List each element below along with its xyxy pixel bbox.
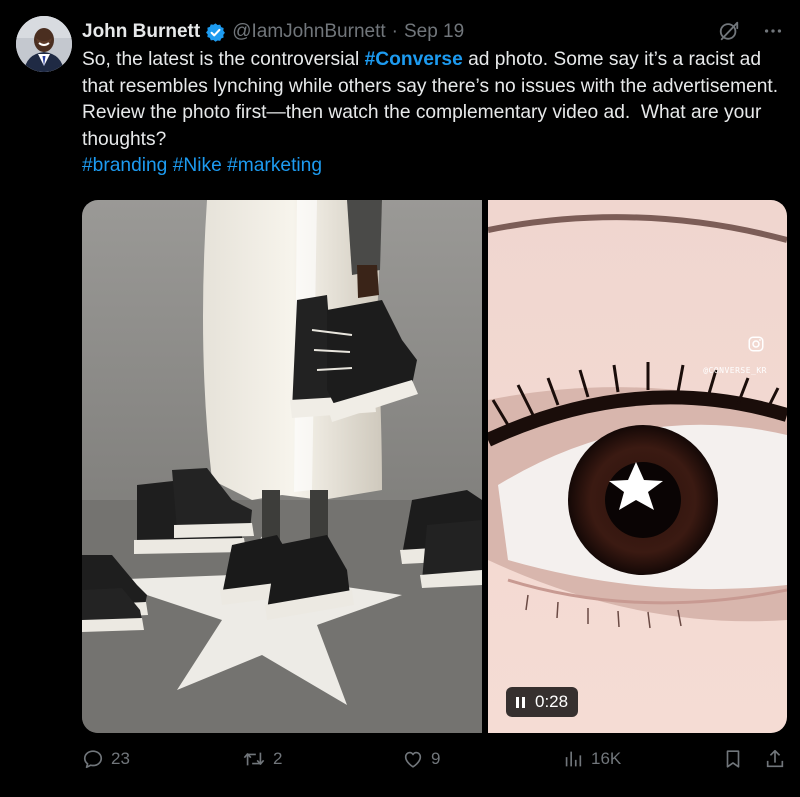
- media-grid: @CONVERSE_KR 0:28: [82, 200, 787, 733]
- author-name[interactable]: John Burnett: [82, 21, 200, 43]
- like-icon: [404, 751, 422, 768]
- repost-button[interactable]: 2: [242, 748, 282, 770]
- tweet-actions: 23 2 9 16K: [82, 748, 787, 778]
- bookmark-icon: [726, 750, 740, 768]
- hashtag-converse[interactable]: #Converse: [365, 49, 463, 70]
- share-icon: [766, 749, 784, 768]
- verified-badge-icon: [206, 22, 226, 42]
- repost-icon: [243, 752, 265, 766]
- grok-icon[interactable]: [718, 20, 740, 42]
- avatar-image: [16, 16, 72, 72]
- pause-icon[interactable]: [516, 696, 525, 708]
- reply-button[interactable]: 23: [82, 748, 130, 770]
- view-count: 16K: [591, 749, 622, 768]
- bookmark-button[interactable]: [722, 748, 744, 770]
- header-separator: ·: [391, 21, 398, 42]
- like-button[interactable]: 9: [402, 748, 440, 770]
- instagram-icon: [748, 336, 764, 352]
- video-duration: 0:28: [535, 692, 569, 711]
- more-icon[interactable]: [762, 20, 784, 42]
- author-handle[interactable]: @IamJohnBurnett: [232, 21, 385, 43]
- header-actions: [718, 20, 784, 42]
- avatar[interactable]: [16, 16, 72, 72]
- video-player[interactable]: @CONVERSE_KR 0:28: [488, 200, 787, 733]
- tweet-header: John Burnett @IamJohnBurnett · Sep 19: [82, 18, 784, 46]
- views-icon: [565, 751, 582, 767]
- tweet-text-part1: So, the latest is the controversial: [82, 49, 365, 70]
- reply-icon: [83, 750, 103, 769]
- tweet-date[interactable]: Sep 19: [404, 21, 464, 43]
- video-frame: [488, 200, 787, 733]
- video-duration-badge[interactable]: 0:28: [506, 687, 579, 717]
- like-count: 9: [431, 749, 441, 768]
- repost-count: 2: [273, 749, 283, 768]
- hashtag-marketing[interactable]: #marketing: [227, 155, 322, 176]
- views-button[interactable]: 16K: [562, 748, 621, 770]
- converse-ad-photo[interactable]: [82, 200, 482, 733]
- reply-count: 23: [111, 749, 130, 768]
- video-watermark: @CONVERSE_KR: [703, 366, 767, 375]
- hashtag-branding[interactable]: #branding: [82, 155, 167, 176]
- hashtag-nike[interactable]: #Nike: [173, 155, 222, 176]
- share-button[interactable]: [764, 748, 786, 770]
- photo-scene: [82, 200, 482, 733]
- tweet-body: So, the latest is the controversial #Con…: [82, 47, 787, 180]
